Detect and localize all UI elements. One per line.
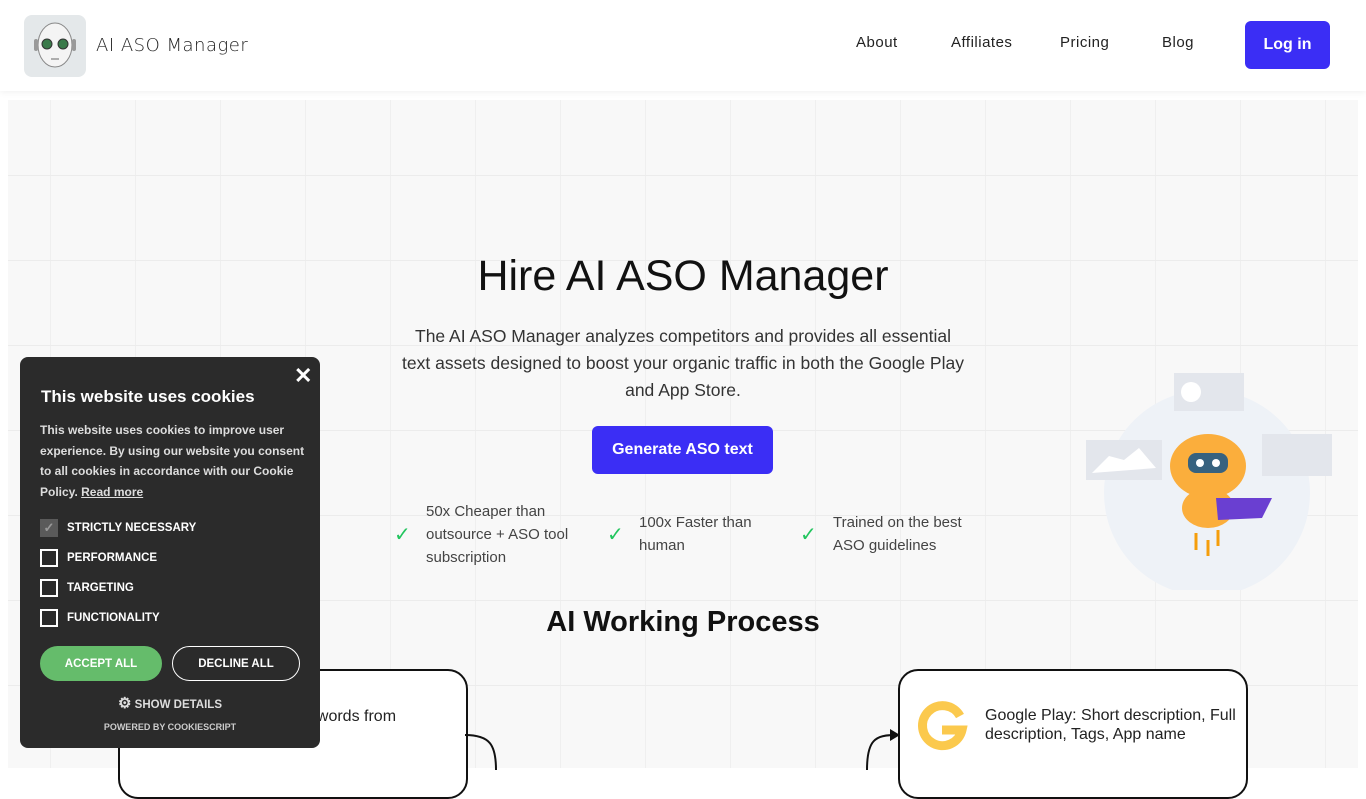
option-functionality[interactable]: FUNCTIONALITY [40,609,160,627]
feature-faster: 100x Faster than human [639,514,752,554]
arrow-right-icon [866,729,900,770]
decline-all-button[interactable]: DECLINE ALL [172,646,300,681]
option-label: TARGETING [67,582,134,594]
robot-illustration [1086,373,1332,590]
nav-affiliates[interactable]: Affiliates [951,34,1012,51]
read-more-link[interactable]: Read more [81,485,143,499]
cookie-description-text: This website uses cookies to improve use… [40,423,305,499]
option-label: STRICTLY NECESSARY [67,522,197,534]
option-performance[interactable]: PERFORMANCE [40,549,157,567]
cookie-banner: ✕ This website uses cookies This website… [20,357,320,748]
nav-pricing[interactable]: Pricing [1060,34,1109,51]
header: AI ASO Manager About Affiliates Pricing … [0,0,1366,91]
brand-name[interactable]: AI ASO Manager [96,35,248,56]
feature-trained: Trained on the best ASO guidelines [833,514,962,554]
checkbox[interactable] [40,609,58,627]
gear-icon: ⚙ [118,695,132,712]
nav-blog[interactable]: Blog [1162,34,1194,51]
cookie-title: This website uses cookies [41,387,255,406]
show-details-button[interactable]: ⚙ SHOW DETAILS [20,694,320,712]
page-title: Hire AI ASO Manager [477,252,889,300]
cookie-description: This website uses cookies to improve use… [40,420,310,502]
option-label: FUNCTIONALITY [67,612,160,624]
checkbox[interactable] [40,549,58,567]
login-button[interactable]: Log in [1245,21,1330,69]
close-icon[interactable]: ✕ [294,363,312,389]
nav-about[interactable]: About [856,34,898,51]
checkbox[interactable] [40,579,58,597]
powered-by[interactable]: POWERED BY COOKIESCRIPT [20,722,320,732]
generate-aso-text-button[interactable]: Generate ASO text [592,426,773,474]
option-label: PERFORMANCE [67,552,158,564]
accept-all-button[interactable]: ACCEPT ALL [40,646,162,681]
feature-cheaper: 50x Cheaper than outsource + ASO tool su… [426,503,569,566]
show-details-label: SHOW DETAILS [134,699,222,711]
check-icon: ✓ [394,524,411,546]
check-icon: ✓ [800,524,817,546]
checkbox-checked[interactable]: ✓ [40,519,58,537]
hero-subtitle: The AI ASO Manager analyzes competitors … [402,326,964,400]
process-step-google-play-text: Google Play: Short description, Full des… [985,707,1236,743]
robot-logo[interactable] [24,15,86,77]
connector-arrow [464,734,497,770]
option-strictly-necessary[interactable]: ✓ STRICTLY NECESSARY [40,519,196,537]
check-icon: ✓ [607,524,624,546]
option-targeting[interactable]: TARGETING [40,579,134,597]
google-icon [918,701,968,751]
